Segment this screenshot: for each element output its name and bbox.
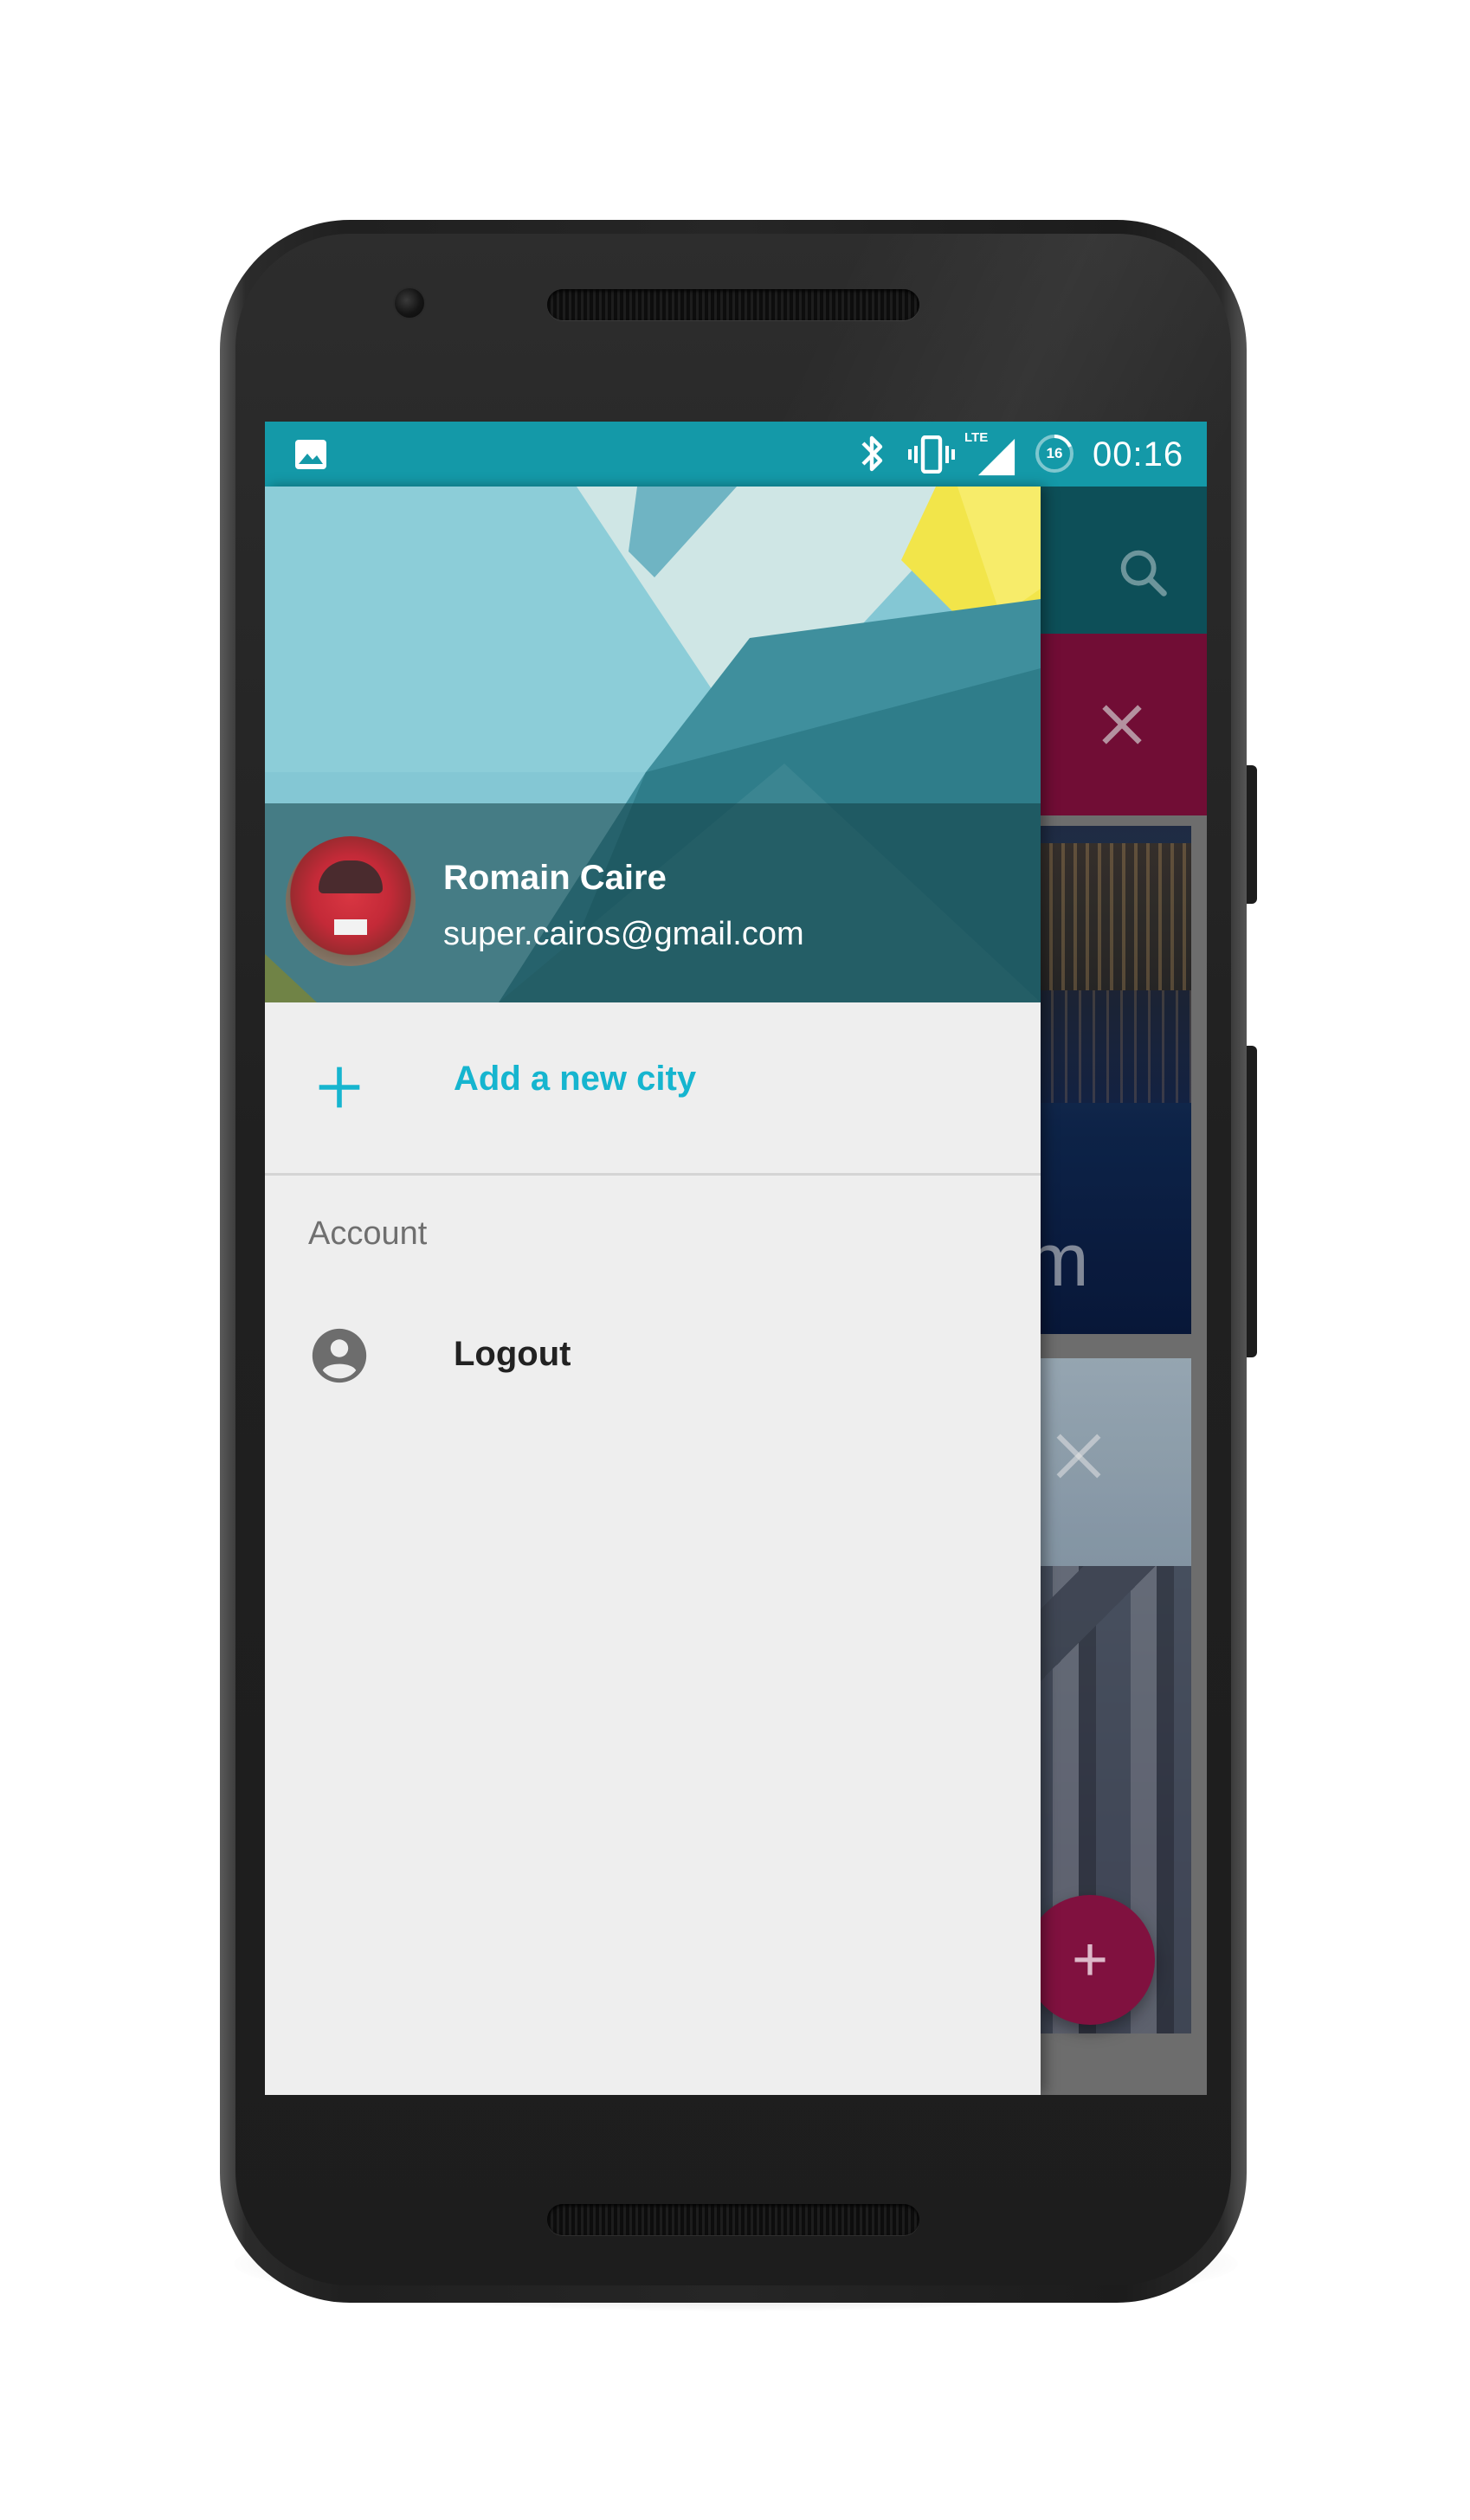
navigation-drawer: Romain Caire super.cairos@gmail.com Add …: [265, 487, 1041, 2095]
avatar-car-window: [319, 860, 383, 893]
status-time: 00:16: [1093, 435, 1184, 474]
logout-label: Logout: [454, 1335, 571, 1373]
bottom-speaker-grille: [547, 2204, 919, 2235]
add-city-item[interactable]: Add a new city: [265, 1002, 1041, 1172]
vibrate-icon: [908, 435, 955, 474]
account-circle-icon: [312, 1328, 367, 1383]
top-speaker-grille: [547, 289, 919, 320]
profile-email: super.cairos@gmail.com: [443, 916, 804, 952]
add-city-label: Add a new city: [454, 1060, 697, 1098]
volume-button: [1247, 1046, 1257, 1357]
power-button: [1247, 765, 1257, 904]
status-bar: LTE 16 00:16: [265, 422, 1207, 487]
lte-signal-icon: LTE: [964, 430, 1018, 477]
image-icon: [295, 440, 326, 469]
logout-item[interactable]: Logout: [265, 1299, 1041, 1420]
drawer-divider: [265, 1173, 1041, 1176]
profile-avatar[interactable]: [286, 836, 416, 966]
battery-level: 16: [1046, 445, 1063, 461]
front-camera: [395, 288, 424, 318]
plus-icon: [319, 1067, 360, 1108]
profile-name: Romain Caire: [443, 859, 667, 897]
battery-saver-icon: 16: [1034, 433, 1075, 474]
avatar-plate: [334, 919, 367, 935]
drawer-header: Romain Caire super.cairos@gmail.com: [265, 487, 1041, 1002]
account-section-header: Account: [308, 1215, 428, 1252]
device-screen: m + LTE 16 00:16 Romain Caire super.cair…: [265, 422, 1207, 2095]
bluetooth-icon: [861, 435, 883, 472]
